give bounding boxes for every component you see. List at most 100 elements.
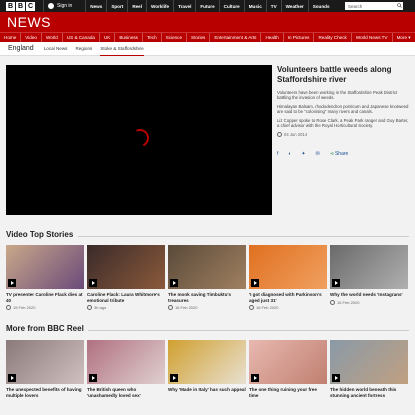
topnav-tv[interactable]: TV xyxy=(265,0,281,12)
video-story-card[interactable]: Why the world needs 'Instagrans' 16 Feb 2… xyxy=(330,245,408,305)
play-icon[interactable] xyxy=(332,374,340,382)
clock-icon xyxy=(330,299,335,305)
topnav-news[interactable]: News xyxy=(85,0,106,12)
reel-story-thumbnail[interactable] xyxy=(249,340,327,384)
region-title[interactable]: England xyxy=(8,45,34,52)
nav-more[interactable]: More ▾ xyxy=(393,33,415,42)
search-placeholder: Search xyxy=(348,3,363,9)
video-player[interactable] xyxy=(6,65,272,215)
subnav-stoke-staffordshire[interactable]: Stoke & Staffordshire xyxy=(100,42,144,56)
topnav-future[interactable]: Future xyxy=(195,0,218,12)
search-icon[interactable] xyxy=(397,3,402,8)
twitter-icon[interactable]: ✦ xyxy=(301,151,305,157)
reel-story-thumbnail[interactable] xyxy=(330,340,408,384)
section-divider xyxy=(78,236,409,237)
reel-story-title[interactable]: The unexpected benefits of having multip… xyxy=(6,387,84,398)
video-story-thumbnail[interactable] xyxy=(249,245,327,289)
share-label: Share xyxy=(334,151,349,157)
video-story-title[interactable]: TV presenter Caroline Flack dies at 40 xyxy=(6,292,84,303)
date-label: 15 Feb 2020 xyxy=(13,305,36,310)
play-icon[interactable] xyxy=(89,374,97,382)
logo-letter: B xyxy=(16,1,25,11)
play-icon[interactable] xyxy=(251,374,259,382)
nav-reality-check[interactable]: Reality Check xyxy=(314,33,352,42)
subnav-regions[interactable]: Regions xyxy=(75,42,92,56)
reel-story-title[interactable]: The one thing ruining your free time xyxy=(249,387,327,398)
topnav-sounds[interactable]: Sounds xyxy=(307,0,334,12)
reel-story-card[interactable]: Why 'Made in Italy' has such appeal xyxy=(168,340,246,393)
topnav-reel[interactable]: Reel xyxy=(127,0,146,12)
nav-in-pictures[interactable]: In Pictures xyxy=(284,33,315,42)
reel-story-thumbnail[interactable] xyxy=(168,340,246,384)
user-icon xyxy=(48,3,54,9)
article-headline: Volunteers battle weeds along Staffordsh… xyxy=(277,65,392,84)
bbc-logo[interactable]: B B C xyxy=(6,1,35,11)
article-paragraph: Volunteers have been working in the Staf… xyxy=(277,90,398,101)
play-icon[interactable] xyxy=(251,279,259,287)
page-title[interactable]: NEWS xyxy=(7,14,51,30)
video-story-title[interactable]: Why the world needs 'Instagrans' xyxy=(330,292,408,298)
topnav-sport[interactable]: Sport xyxy=(106,0,127,12)
nav-home[interactable]: Home xyxy=(0,33,22,42)
nav-health[interactable]: Health xyxy=(261,33,284,42)
play-icon[interactable] xyxy=(8,279,16,287)
video-story-title[interactable]: The monk saving Timbuktu's treasures xyxy=(168,292,246,303)
nav-video[interactable]: Video xyxy=(21,33,42,42)
video-story-card[interactable]: TV presenter Caroline Flack dies at 40 15… xyxy=(6,245,84,310)
clock-icon xyxy=(87,305,92,310)
reel-story-card[interactable]: The British queen who 'unashamedly loved… xyxy=(87,340,165,398)
video-story-date: 16 Feb 2020 xyxy=(330,299,408,305)
video-story-thumbnail[interactable] xyxy=(87,245,165,289)
video-story-thumbnail[interactable] xyxy=(168,245,246,289)
play-icon[interactable] xyxy=(170,374,178,382)
share-button[interactable]: ⊲ Share xyxy=(330,151,358,157)
main-nav: Home Video World US & Canada UK Business… xyxy=(0,32,415,42)
video-story-date: 16 Feb 2020 xyxy=(249,305,327,310)
reel-story-card[interactable]: The unexpected benefits of having multip… xyxy=(6,340,84,398)
video-story-thumbnail[interactable] xyxy=(330,245,408,289)
nav-science[interactable]: Science xyxy=(162,33,188,42)
news-banner xyxy=(0,12,415,32)
date-label: 04 Jun 2014 xyxy=(284,132,308,138)
top-bar: B B C Sign in News Sport Reel Worklife T… xyxy=(0,0,415,12)
video-story-thumbnail[interactable] xyxy=(6,245,84,289)
reel-story-title[interactable]: Why 'Made in Italy' has such appeal xyxy=(168,387,246,393)
subnav-local-news[interactable]: Local News xyxy=(44,42,68,56)
reel-story-thumbnail[interactable] xyxy=(6,340,84,384)
topnav-weather[interactable]: Weather xyxy=(280,0,308,12)
video-story-title[interactable]: 'I got diagnosed with Parkinson's aged j… xyxy=(249,292,327,303)
date-label: 16 Feb 2020 xyxy=(256,305,279,310)
topnav-culture[interactable]: Culture xyxy=(218,0,244,12)
video-story-card[interactable]: 'I got diagnosed with Parkinson's aged j… xyxy=(249,245,327,310)
play-icon[interactable] xyxy=(170,279,178,287)
topnav-worklife[interactable]: Worklife xyxy=(146,0,173,12)
nav-entertainment[interactable]: Entertainment & Arts xyxy=(210,33,262,42)
sub-nav: England Local News Regions Stoke & Staff… xyxy=(0,42,415,56)
topnav-music[interactable]: Music xyxy=(243,0,266,12)
date-label: 3h ago xyxy=(94,305,107,310)
play-icon[interactable] xyxy=(89,279,97,287)
topnav-travel[interactable]: Travel xyxy=(173,0,195,12)
logo-letter: C xyxy=(26,1,35,11)
email-icon[interactable]: ✉ xyxy=(316,151,320,157)
nav-stories[interactable]: Stories xyxy=(187,33,211,42)
play-icon[interactable] xyxy=(8,374,16,382)
messenger-icon[interactable]: ◐ xyxy=(288,151,291,157)
play-icon[interactable] xyxy=(332,279,340,287)
reel-story-thumbnail[interactable] xyxy=(87,340,165,384)
reel-story-title[interactable]: The hidden world beneath this stunning a… xyxy=(330,387,408,398)
video-story-card[interactable]: Caroline Flack: Laura Whitmore's emotion… xyxy=(87,245,165,310)
video-story-date: 3h ago xyxy=(87,305,165,310)
search-input[interactable]: Search xyxy=(345,2,403,10)
video-story-card[interactable]: The monk saving Timbuktu's treasures 16 F… xyxy=(168,245,246,310)
sign-in-link[interactable]: Sign in xyxy=(43,0,72,12)
reel-story-card[interactable]: The one thing ruining your free time xyxy=(249,340,327,398)
logo-letter: B xyxy=(6,1,15,11)
video-story-title[interactable]: Caroline Flack: Laura Whitmore's emotion… xyxy=(87,292,165,303)
facebook-icon[interactable]: f xyxy=(277,151,278,157)
reel-story-title[interactable]: The British queen who 'unashamedly loved… xyxy=(87,387,165,398)
nav-tech[interactable]: Tech xyxy=(143,33,162,42)
nav-world-news-tv[interactable]: World News TV xyxy=(352,33,393,42)
clock-icon xyxy=(168,305,173,310)
reel-story-card[interactable]: The hidden world beneath this stunning a… xyxy=(330,340,408,398)
